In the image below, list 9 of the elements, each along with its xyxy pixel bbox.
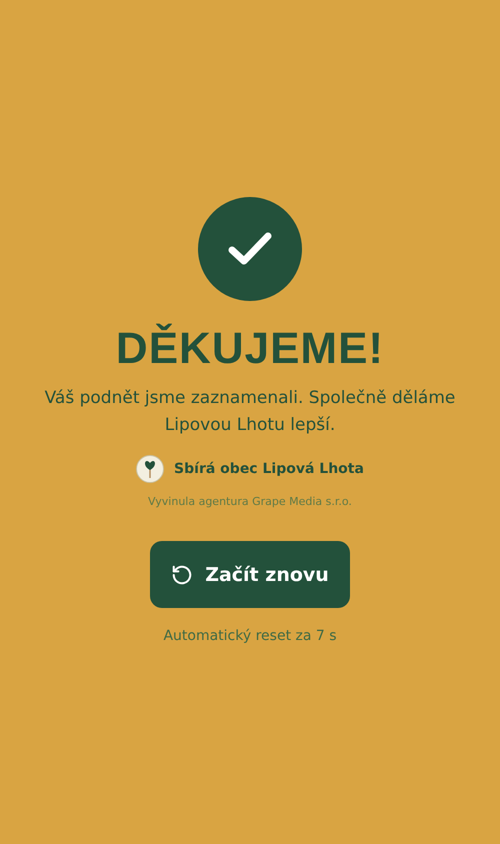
thank-you-heading: DĚKUJEME! bbox=[116, 323, 384, 375]
collector-label: Sbírá obec Lipová Lhota bbox=[174, 461, 364, 477]
auto-reset-countdown: Automatický reset za 7 s bbox=[163, 628, 337, 644]
restart-icon bbox=[171, 564, 194, 586]
developer-credit: Vyvinula agentura Grape Media s.r.o. bbox=[148, 495, 352, 508]
confirmation-message: Váš podnět jsme zaznamenali. Společně děláme Lipovou Lhotu lepší. bbox=[44, 387, 456, 437]
tree-logo-icon bbox=[136, 455, 164, 483]
restart-button[interactable]: Začít znovu bbox=[150, 541, 350, 608]
check-icon bbox=[198, 197, 302, 301]
